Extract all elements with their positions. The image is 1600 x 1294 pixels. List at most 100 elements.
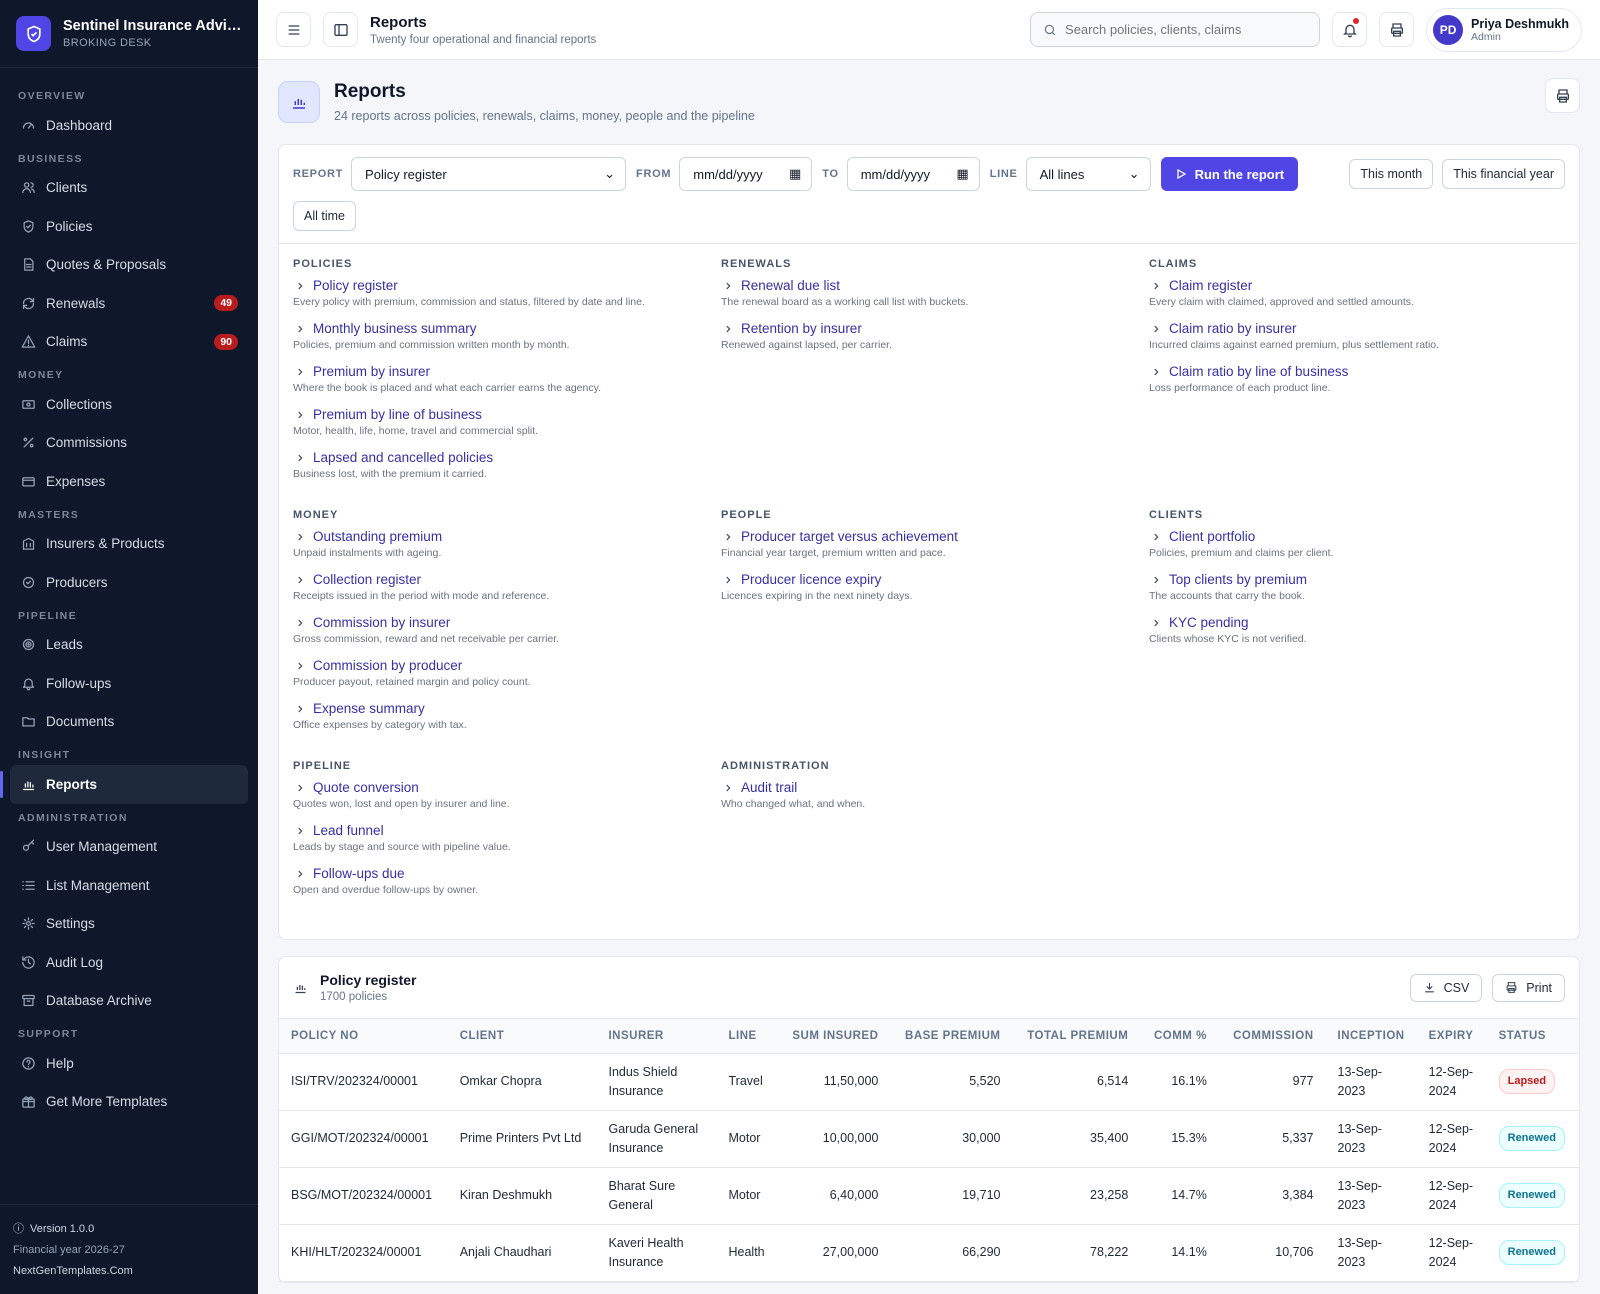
run-report-button[interactable]: Run the report <box>1160 157 1299 191</box>
quick-this-financial-year[interactable]: This financial year <box>1442 159 1565 189</box>
sidebar-item-claims[interactable]: Claims 90 <box>0 323 258 362</box>
table-row[interactable]: ISI/TRV/202324/00001 Omkar Chopra Indus Sh… <box>279 1053 1579 1111</box>
report-link[interactable]: Producer licence expiry <box>721 572 1149 587</box>
csv-button[interactable]: CSV <box>1409 973 1483 1002</box>
print-button[interactable] <box>1379 12 1415 47</box>
notifications-button[interactable] <box>1332 12 1368 47</box>
sidebar-item-dashboard[interactable]: Dashboard <box>0 106 258 145</box>
sidebar-item-clients[interactable]: Clients <box>0 169 258 208</box>
report-link[interactable]: Policy register <box>293 278 721 293</box>
page-print-button[interactable] <box>1545 78 1580 113</box>
report-link[interactable]: Producer target versus achievement <box>721 529 1149 544</box>
report-link[interactable]: Lead funnel <box>293 823 721 838</box>
report-link[interactable]: Claim ratio by insurer <box>1149 321 1577 336</box>
report-link[interactable]: Collection register <box>293 572 721 587</box>
history-icon <box>20 954 36 970</box>
table-body: ISI/TRV/202324/00001 Omkar Chopra Indus Sh… <box>279 1053 1579 1282</box>
column-header[interactable]: POLICY NO <box>279 1019 448 1054</box>
report-link[interactable]: Monthly business summary <box>293 321 721 336</box>
table-cell: Anjali Chaudhari <box>447 1224 597 1282</box>
table-cell: 13-Sep-2023 <box>1325 1110 1417 1168</box>
column-header[interactable]: EXPIRY <box>1416 1019 1487 1054</box>
sidebar-item-settings[interactable]: Settings <box>0 905 258 944</box>
column-header[interactable]: CLIENT <box>447 1019 597 1054</box>
quick-this-month[interactable]: This month <box>1349 159 1434 189</box>
report-link[interactable]: Quote conversion <box>293 780 721 795</box>
report-link[interactable]: Top clients by premium <box>1149 572 1577 587</box>
percent-icon <box>20 435 36 451</box>
sidebar-item-follow-ups[interactable]: Follow-ups <box>0 664 258 703</box>
sidebar-item-database-archive[interactable]: Database Archive <box>0 982 258 1021</box>
report-select[interactable]: Policy register ⌄ <box>351 157 627 191</box>
sidebar-item-quotes-proposals[interactable]: Quotes & Proposals <box>0 246 258 285</box>
sidebar-item-leads[interactable]: Leads <box>0 626 258 665</box>
to-date-input[interactable]: mm/dd/yyyy ▦ <box>846 157 980 191</box>
column-header[interactable]: COMMISSION <box>1218 1019 1326 1054</box>
report-link[interactable]: Follow-ups due <box>293 866 721 881</box>
sidebar-item-insurers-products[interactable]: Insurers & Products <box>0 525 258 564</box>
sidebar-item-user-management[interactable]: User Management <box>0 828 258 867</box>
column-header[interactable]: COMM % <box>1140 1019 1219 1054</box>
report-link[interactable]: Claim register <box>1149 278 1577 293</box>
column-header[interactable]: INCEPTION <box>1325 1019 1417 1054</box>
report-link[interactable]: Expense summary <box>293 701 721 716</box>
chevron-right-icon <box>293 869 307 879</box>
report-link[interactable]: Lapsed and cancelled policies <box>293 450 721 465</box>
brand[interactable]: Sentinel Insurance Advisor... BROKING DE… <box>0 0 258 68</box>
report-link[interactable]: Audit trail <box>721 780 1149 795</box>
line-select[interactable]: All lines ⌄ <box>1025 157 1151 191</box>
sidebar-item-help[interactable]: Help <box>0 1044 258 1083</box>
print-table-button[interactable]: Print <box>1492 973 1565 1002</box>
sidebar-item-get-more-templates[interactable]: Get More Templates <box>0 1083 258 1122</box>
quick-all-time[interactable]: All time <box>293 201 356 231</box>
report-item: Claim ratio by insurer Incurred claims ag… <box>1149 321 1577 351</box>
calendar-icon[interactable]: ▦ <box>789 166 801 182</box>
report-description: Gross commission, reward and net receiva… <box>293 633 560 645</box>
chevron-right-icon <box>293 783 307 793</box>
sidebar-item-audit-log[interactable]: Audit Log <box>0 943 258 982</box>
sidebar-item-documents[interactable]: Documents <box>0 703 258 742</box>
sidebar-item-commissions[interactable]: Commissions <box>0 424 258 463</box>
report-link[interactable]: Premium by insurer <box>293 364 721 379</box>
menu-button[interactable] <box>276 12 311 47</box>
from-date-input[interactable]: mm/dd/yyyy ▦ <box>679 157 813 191</box>
sidebar-item-renewals[interactable]: Renewals 49 <box>0 284 258 323</box>
table-cell: 19,710 <box>890 1167 1013 1225</box>
templates-link[interactable]: NextGenTemplates.Com <box>13 1265 133 1277</box>
report-link[interactable]: Client portfolio <box>1149 529 1577 544</box>
table-cell: Kaveri Health Insurance <box>596 1224 717 1282</box>
sidebar-item-expenses[interactable]: Expenses <box>0 462 258 501</box>
sidebar-item-reports[interactable]: Reports <box>0 765 248 804</box>
column-header[interactable]: INSURER <box>596 1019 717 1054</box>
column-header[interactable]: SUM INSURED <box>777 1019 891 1054</box>
sidebar-item-collections[interactable]: Collections <box>0 385 258 424</box>
report-link[interactable]: Retention by insurer <box>721 321 1149 336</box>
run-report-label: Run the report <box>1194 166 1285 182</box>
table-row[interactable]: BSG/MOT/202324/00001 Kiran Deshmukh Bharat… <box>279 1167 1579 1225</box>
sidebar-toggle-button[interactable] <box>323 12 358 47</box>
document-icon <box>20 257 36 273</box>
column-header[interactable]: BASE PREMIUM <box>890 1019 1013 1054</box>
csv-label: CSV <box>1443 980 1470 995</box>
sidebar-item-producers[interactable]: Producers <box>0 563 258 602</box>
report-link[interactable]: Commission by producer <box>293 658 721 673</box>
column-header[interactable]: TOTAL PREMIUM <box>1012 1019 1141 1054</box>
user-menu[interactable]: PD Priya Deshmukh Admin <box>1426 7 1582 52</box>
search-box[interactable] <box>1030 12 1321 47</box>
report-link[interactable]: Renewal due list <box>721 278 1149 293</box>
column-header[interactable]: STATUS <box>1486 1019 1579 1054</box>
status-cell: Lapsed <box>1486 1053 1579 1111</box>
calendar-icon[interactable]: ▦ <box>956 166 968 182</box>
table-row[interactable]: KHI/HLT/202324/00001 Anjali Chaudhari Kave… <box>279 1224 1579 1282</box>
sidebar-item-list-management[interactable]: List Management <box>0 866 258 905</box>
report-link[interactable]: Premium by line of business <box>293 407 721 422</box>
report-link[interactable]: Commission by insurer <box>293 615 721 630</box>
report-link[interactable]: Claim ratio by line of business <box>1149 364 1577 379</box>
report-link[interactable]: KYC pending <box>1149 615 1577 630</box>
sidebar-item-policies[interactable]: Policies <box>0 207 258 246</box>
report-link[interactable]: Outstanding premium <box>293 529 721 544</box>
chevron-right-icon <box>721 281 735 291</box>
column-header[interactable]: LINE <box>716 1019 778 1054</box>
search-input[interactable] <box>1065 22 1286 37</box>
table-row[interactable]: GGI/MOT/202324/00001 Prime Printers Pvt L… <box>279 1110 1579 1168</box>
